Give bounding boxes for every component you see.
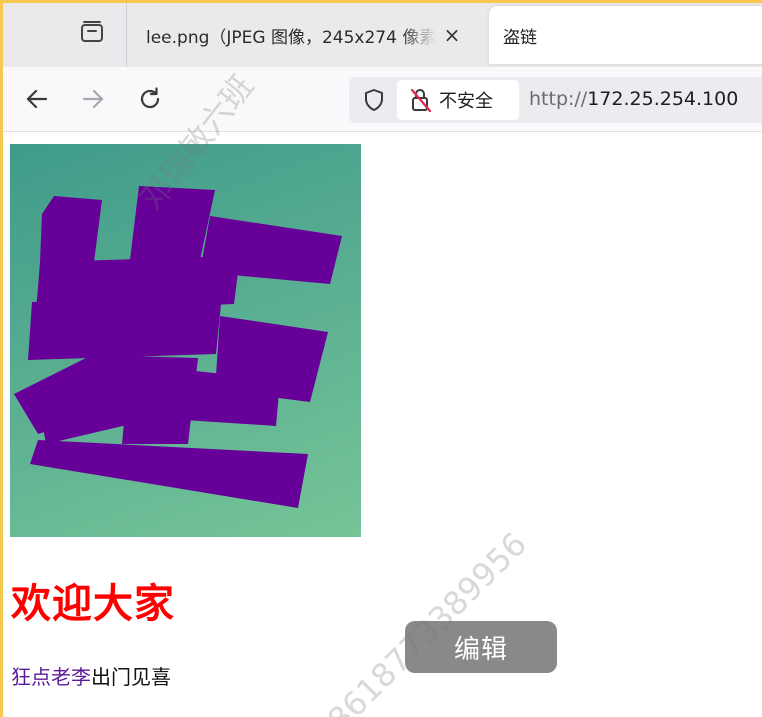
reload-button[interactable] [136,85,164,113]
url-scheme: http:// [529,88,588,110]
tab-title: 盗链 [503,27,537,48]
tab-lee-png[interactable]: lee.png（JPEG 图像，245x274 像素） × [129,6,474,64]
insecure-lock-icon [410,88,432,113]
tab-divider [126,3,127,67]
hotlinked-image [10,144,361,537]
edit-button[interactable]: 编辑 [405,621,557,673]
url-text[interactable]: http://172.25.254.100 [529,88,738,110]
lao-character-graphic [14,186,342,508]
security-indicator[interactable]: 不安全 [397,80,519,120]
paragraph-link[interactable]: 狂点老李 [11,665,91,689]
reload-icon [140,87,160,109]
url-bar[interactable]: 不安全 http://172.25.254.100 [349,77,762,123]
forward-button[interactable] [79,85,107,113]
url-host: 172.25.254.100 [587,88,739,110]
navigation-bar: 不安全 http://172.25.254.100 [3,67,762,132]
forward-arrow-icon [82,89,104,109]
tab-overview-button[interactable] [68,12,116,52]
back-button[interactable] [23,85,51,113]
back-arrow-icon [26,89,48,109]
tab-overview-icon [81,21,103,42]
tracking-protection-shield-icon[interactable] [361,87,387,113]
security-label: 不安全 [439,91,493,112]
close-icon[interactable]: × [442,23,462,47]
tab-title: lee.png（JPEG 图像，245x274 像素） [146,27,436,48]
page-paragraph: 狂点老李出门见喜 [11,661,171,690]
page-heading: 欢迎大家 [11,581,175,627]
tab-daolian[interactable]: 盗链 [489,6,762,64]
paragraph-text: 出门见喜 [91,665,171,689]
page-content: 欢迎大家 狂点老李出门见喜 [3,133,762,717]
